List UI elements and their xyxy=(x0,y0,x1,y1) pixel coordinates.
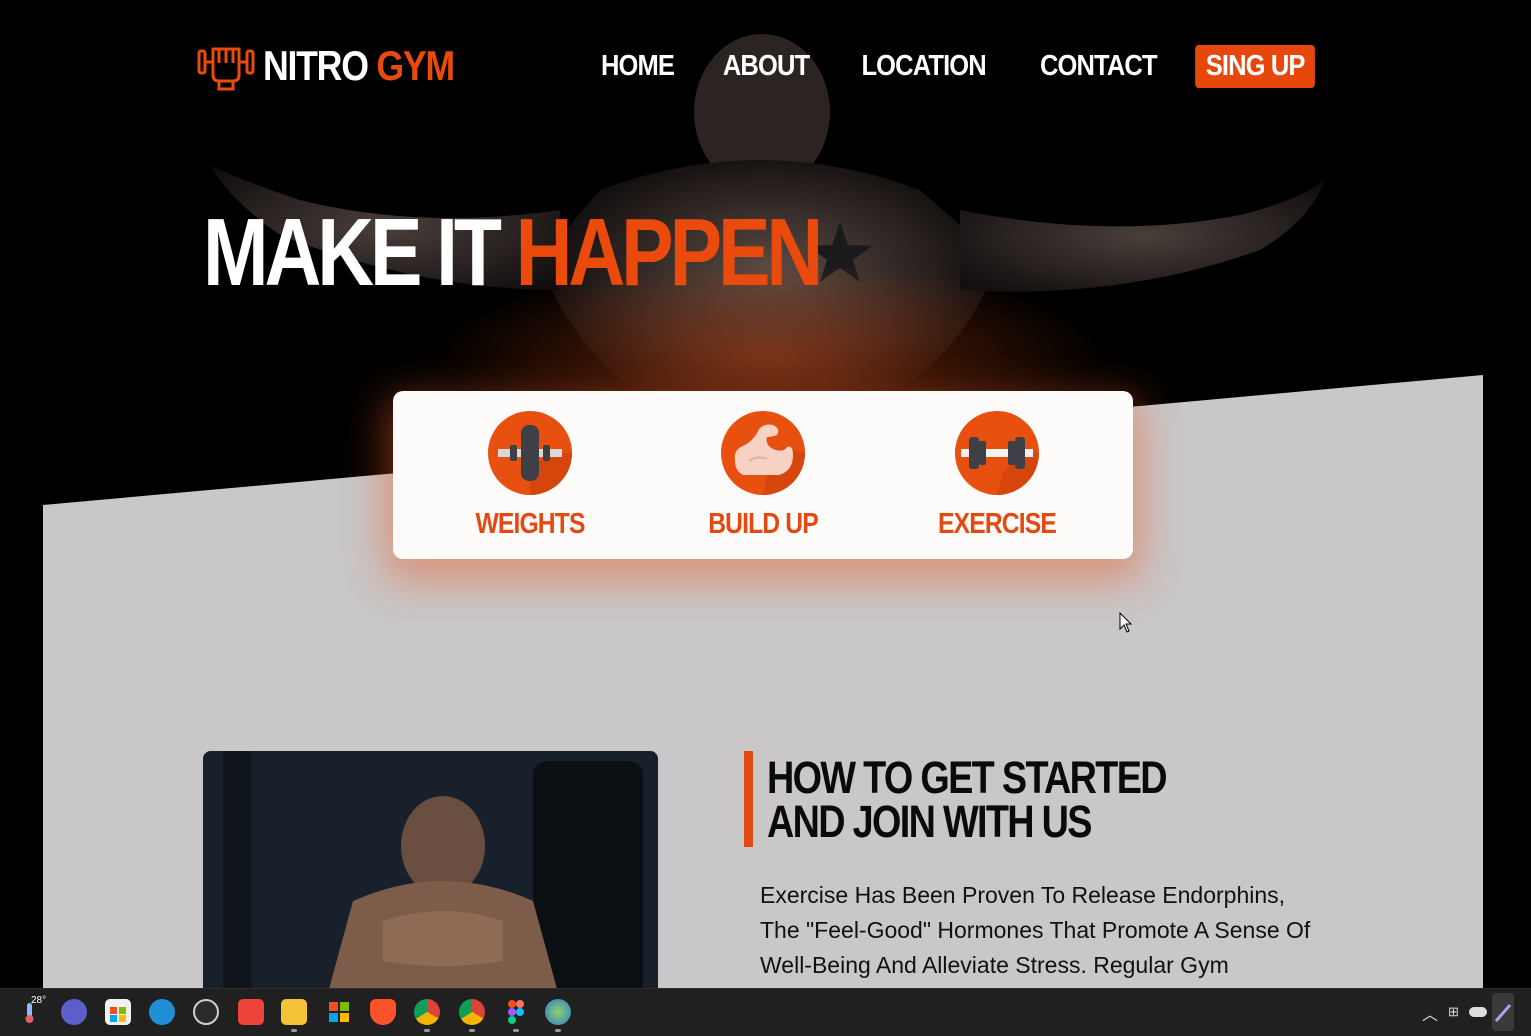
feature-weights-label: WEIGHTS xyxy=(475,508,585,540)
feature-build-up[interactable]: BUILD UP xyxy=(683,411,843,541)
onedrive-icon[interactable] xyxy=(1469,1007,1487,1017)
file-explorer-icon[interactable] xyxy=(281,999,307,1025)
brand-name: NITRO GYM xyxy=(263,42,455,90)
feature-card: WEIGHTS BUILD UP EXERCISE xyxy=(393,391,1133,559)
hero-title-accent: HAPPEN xyxy=(515,199,824,306)
nav-about[interactable]: ABOUT xyxy=(723,45,810,88)
nav-location[interactable]: LOCATION xyxy=(861,45,986,88)
dumbbell-icon xyxy=(955,411,1039,495)
anydesk-icon[interactable] xyxy=(238,999,264,1025)
earth-indicator xyxy=(555,1029,561,1032)
feature-exercise[interactable]: EXERCISE xyxy=(917,411,1077,541)
tray-chevron-up-icon[interactable]: ︿ xyxy=(1422,1001,1438,1025)
brave-icon[interactable] xyxy=(370,999,396,1025)
store-icon[interactable] xyxy=(105,999,131,1025)
nav-home[interactable]: HOME xyxy=(601,45,675,88)
weather-temperature: 28° xyxy=(31,995,47,1006)
media-player-icon[interactable] xyxy=(193,999,219,1025)
chrome-profile-indicator xyxy=(424,1029,430,1032)
feature-weights[interactable]: WEIGHTS xyxy=(450,411,610,541)
figma-indicator xyxy=(513,1029,519,1032)
mouse-cursor-icon xyxy=(1119,612,1133,633)
signup-button[interactable]: SING UP xyxy=(1194,45,1315,88)
section-accent-bar xyxy=(744,751,753,847)
section-heading: HOW TO GET STARTED AND JOIN WITH US xyxy=(767,752,1168,847)
chrome-indicator xyxy=(469,1029,475,1032)
feature-exercise-label: EXERCISE xyxy=(938,508,1057,540)
meet-icon[interactable] xyxy=(61,999,87,1025)
chrome-profile-icon[interactable] xyxy=(414,999,440,1025)
edge-icon[interactable] xyxy=(149,999,175,1025)
flexed-arm-icon xyxy=(721,411,805,495)
main-nav: HOME ABOUT LOCATION CONTACT SING UP xyxy=(558,45,1323,88)
fist-dumbbell-icon xyxy=(197,47,255,91)
figma-icon[interactable] xyxy=(503,999,529,1025)
input-method-icon[interactable]: ⊞ xyxy=(1448,1004,1459,1020)
file-explorer-indicator xyxy=(291,1029,297,1032)
earth-icon[interactable] xyxy=(545,999,571,1025)
web-page: NITRO GYM HOME ABOUT LOCATION CONTACT SI… xyxy=(0,0,1531,988)
brand-name-main: NITRO xyxy=(263,42,369,89)
windows-icon[interactable] xyxy=(326,999,352,1025)
brand-name-accent: GYM xyxy=(376,42,455,89)
taskbar: 28° ︿ ⊞ xyxy=(0,988,1531,1036)
hero-title: MAKE IT HAPPEN xyxy=(203,198,824,308)
pen-app-icon[interactable] xyxy=(1492,993,1514,1031)
feature-build-up-label: BUILD UP xyxy=(708,508,818,540)
nav-contact[interactable]: CONTACT xyxy=(1040,45,1158,88)
athlete-photo xyxy=(203,751,658,988)
section-body-text: Exercise Has Been Proven To Release Endo… xyxy=(760,882,1311,978)
weather-icon[interactable]: 28° xyxy=(20,995,46,1025)
brand-logo[interactable]: NITRO GYM xyxy=(197,40,488,92)
chrome-icon[interactable] xyxy=(459,999,485,1025)
hero-title-main: MAKE IT xyxy=(203,199,502,306)
weight-plate-icon xyxy=(488,411,572,495)
